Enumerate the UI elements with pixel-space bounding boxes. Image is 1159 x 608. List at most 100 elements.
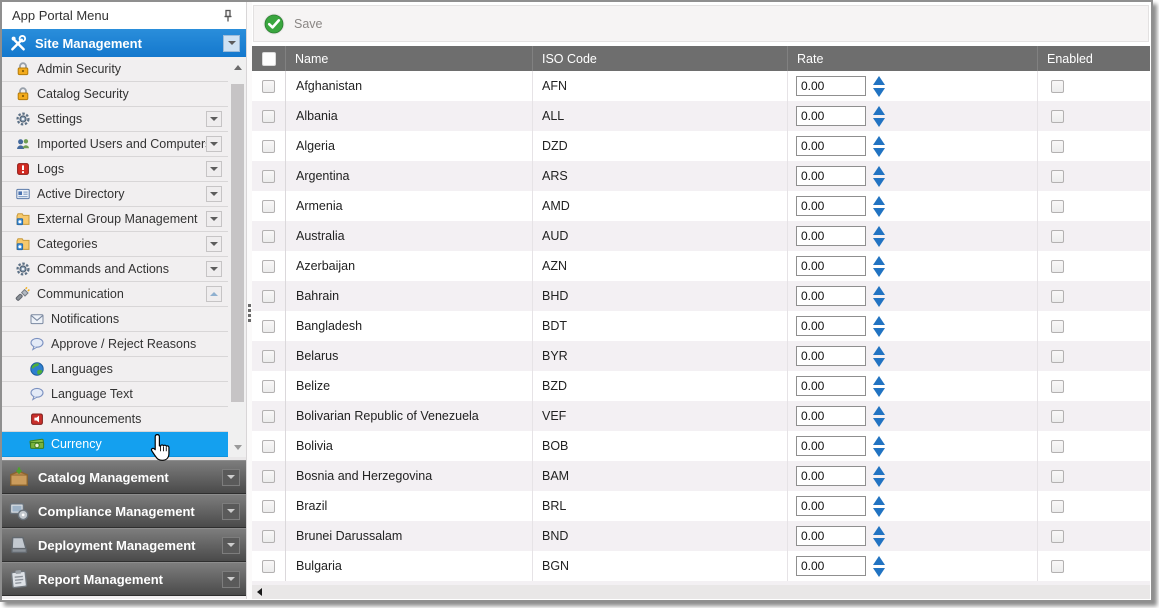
row-checkbox[interactable] <box>262 500 275 513</box>
sidebar-item-active-directory[interactable]: Active Directory <box>2 182 228 207</box>
enabled-checkbox[interactable] <box>1051 530 1064 543</box>
rate-input[interactable] <box>796 526 866 546</box>
sidebar-item-languages[interactable]: Languages <box>2 357 228 382</box>
sidebar-item-approve-reject-reasons[interactable]: Approve / Reject Reasons <box>2 332 228 357</box>
rate-increment-button[interactable] <box>873 226 885 235</box>
rate-increment-button[interactable] <box>873 136 885 145</box>
enabled-checkbox[interactable] <box>1051 320 1064 333</box>
rate-input[interactable] <box>796 346 866 366</box>
expand-section-button[interactable] <box>222 469 240 486</box>
row-checkbox[interactable] <box>262 530 275 543</box>
rate-increment-button[interactable] <box>873 436 885 445</box>
expand-section-button[interactable] <box>222 503 240 520</box>
rate-decrement-button[interactable] <box>873 178 885 187</box>
rate-increment-button[interactable] <box>873 346 885 355</box>
rate-increment-button[interactable] <box>873 526 885 535</box>
rate-input[interactable] <box>796 136 866 156</box>
expand-item-button[interactable] <box>206 136 222 152</box>
rate-decrement-button[interactable] <box>873 418 885 427</box>
select-all-checkbox[interactable] <box>262 52 276 66</box>
rate-input[interactable] <box>796 256 866 276</box>
enabled-checkbox[interactable] <box>1051 170 1064 183</box>
sidebar-section-compliance-management[interactable]: Compliance Management <box>2 494 246 528</box>
rate-input[interactable] <box>796 316 866 336</box>
row-checkbox[interactable] <box>262 170 275 183</box>
rate-input[interactable] <box>796 166 866 186</box>
sidebar-item-currency[interactable]: Currency <box>2 432 228 457</box>
pin-icon[interactable] <box>220 8 236 24</box>
sidebar-item-logs[interactable]: Logs <box>2 157 228 182</box>
sidebar-item-communication[interactable]: Communication <box>2 282 228 307</box>
enabled-checkbox[interactable] <box>1051 410 1064 423</box>
row-checkbox[interactable] <box>262 470 275 483</box>
rate-input[interactable] <box>796 376 866 396</box>
enabled-checkbox[interactable] <box>1051 470 1064 483</box>
enabled-checkbox[interactable] <box>1051 290 1064 303</box>
row-checkbox[interactable] <box>262 350 275 363</box>
rate-increment-button[interactable] <box>873 106 885 115</box>
sidebar-scrollbar[interactable] <box>230 57 245 457</box>
horizontal-scrollbar[interactable] <box>252 585 1150 599</box>
collapse-section-button[interactable] <box>223 35 240 52</box>
rate-input[interactable] <box>796 496 866 516</box>
column-header-name[interactable]: Name <box>285 46 532 71</box>
row-checkbox[interactable] <box>262 260 275 273</box>
enabled-checkbox[interactable] <box>1051 80 1064 93</box>
rate-increment-button[interactable] <box>873 256 885 265</box>
scrollbar-thumb[interactable] <box>231 84 244 402</box>
rate-decrement-button[interactable] <box>873 478 885 487</box>
expand-item-button[interactable] <box>206 261 222 277</box>
row-checkbox[interactable] <box>262 110 275 123</box>
rate-increment-button[interactable] <box>873 196 885 205</box>
rate-decrement-button[interactable] <box>873 448 885 457</box>
rate-decrement-button[interactable] <box>873 568 885 577</box>
sidebar-item-announcements[interactable]: Announcements <box>2 407 228 432</box>
column-header-enabled[interactable]: Enabled <box>1037 46 1150 71</box>
sidebar-item-language-text[interactable]: Language Text <box>2 382 228 407</box>
enabled-checkbox[interactable] <box>1051 350 1064 363</box>
enabled-checkbox[interactable] <box>1051 200 1064 213</box>
row-checkbox[interactable] <box>262 560 275 573</box>
row-checkbox[interactable] <box>262 410 275 423</box>
expand-section-button[interactable] <box>222 571 240 588</box>
expand-item-button[interactable] <box>206 161 222 177</box>
rate-decrement-button[interactable] <box>873 118 885 127</box>
enabled-checkbox[interactable] <box>1051 260 1064 273</box>
rate-decrement-button[interactable] <box>873 538 885 547</box>
expand-item-button[interactable] <box>206 211 222 227</box>
rate-input[interactable] <box>796 436 866 456</box>
row-checkbox[interactable] <box>262 290 275 303</box>
collapse-item-button[interactable] <box>206 286 222 302</box>
row-checkbox[interactable] <box>262 320 275 333</box>
sidebar-item-imported-users-and-computers[interactable]: Imported Users and Computers <box>2 132 228 157</box>
sidebar-section-report-management[interactable]: Report Management <box>2 562 246 596</box>
sidebar-section-catalog-management[interactable]: Catalog Management <box>2 460 246 494</box>
row-checkbox[interactable] <box>262 80 275 93</box>
expand-item-button[interactable] <box>206 111 222 127</box>
scroll-down-button[interactable] <box>230 439 245 455</box>
rate-input[interactable] <box>796 106 866 126</box>
enabled-checkbox[interactable] <box>1051 110 1064 123</box>
rate-decrement-button[interactable] <box>873 208 885 217</box>
row-checkbox[interactable] <box>262 380 275 393</box>
expand-item-button[interactable] <box>206 236 222 252</box>
sidebar-item-categories[interactable]: Categories <box>2 232 228 257</box>
rate-decrement-button[interactable] <box>873 88 885 97</box>
rate-increment-button[interactable] <box>873 286 885 295</box>
rate-increment-button[interactable] <box>873 376 885 385</box>
expand-item-button[interactable] <box>206 186 222 202</box>
expand-section-button[interactable] <box>222 537 240 554</box>
rate-increment-button[interactable] <box>873 496 885 505</box>
sidebar-item-catalog-security[interactable]: Catalog Security <box>2 82 228 107</box>
row-checkbox[interactable] <box>262 440 275 453</box>
row-checkbox[interactable] <box>262 200 275 213</box>
enabled-checkbox[interactable] <box>1051 440 1064 453</box>
rate-increment-button[interactable] <box>873 316 885 325</box>
scroll-up-button[interactable] <box>230 59 245 75</box>
rate-decrement-button[interactable] <box>873 298 885 307</box>
rate-decrement-button[interactable] <box>873 328 885 337</box>
rate-input[interactable] <box>796 76 866 96</box>
sidebar-item-commands-and-actions[interactable]: Commands and Actions <box>2 257 228 282</box>
rate-increment-button[interactable] <box>873 466 885 475</box>
rate-input[interactable] <box>796 196 866 216</box>
